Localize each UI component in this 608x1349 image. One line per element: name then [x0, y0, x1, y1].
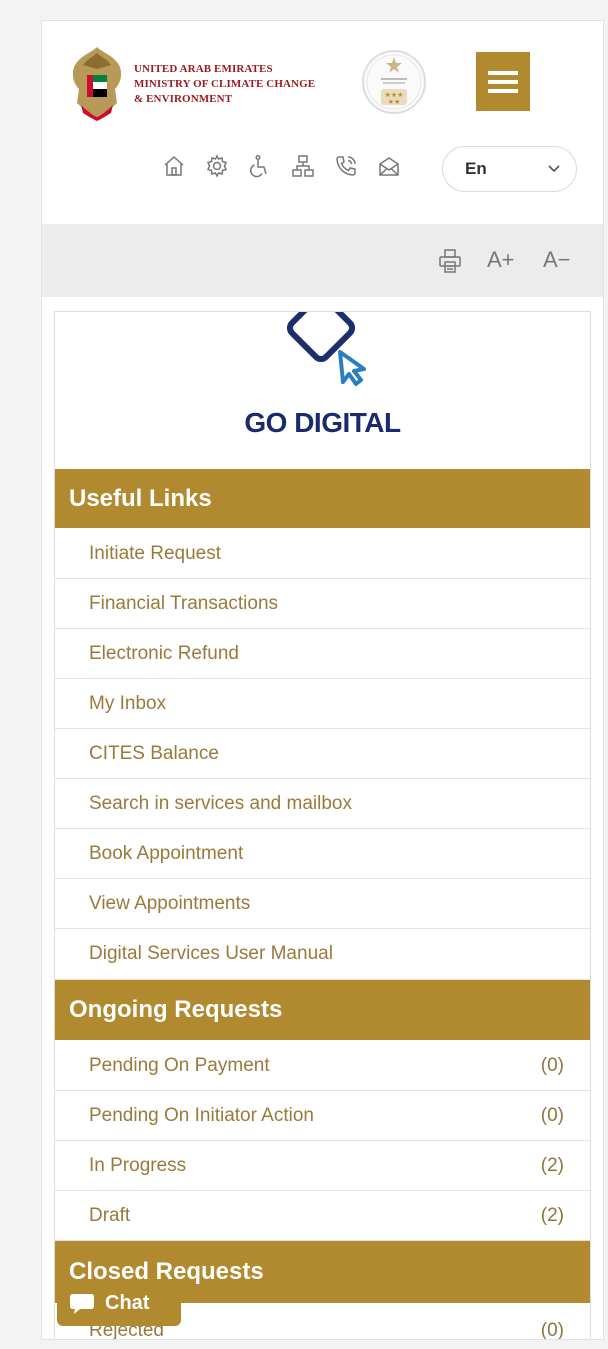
- link-label: View Appointments: [89, 892, 251, 914]
- link-book-appointment[interactable]: Book Appointment: [55, 829, 590, 879]
- chat-label: Chat: [105, 1292, 150, 1314]
- page-frame: UNITED ARAB EMIRATES MINISTRY OF CLIMATE…: [41, 20, 604, 1340]
- useful-links-header: Useful Links: [55, 469, 590, 528]
- link-label: Initiate Request: [89, 542, 222, 564]
- uae-emblem-logo[interactable]: [67, 43, 127, 123]
- svg-text:★★: ★★: [388, 98, 401, 106]
- accessibility-toolbar: A+ A−: [42, 224, 603, 297]
- language-value: En: [465, 159, 487, 178]
- request-pending-initiator[interactable]: Pending On Initiator Action (0): [55, 1091, 590, 1141]
- link-label: CITES Balance: [89, 742, 219, 764]
- ministry-line-3: & ENVIRONMENT: [134, 93, 233, 105]
- link-label: My Inbox: [89, 692, 167, 714]
- request-label: In Progress: [89, 1154, 187, 1176]
- link-financial-transactions[interactable]: Financial Transactions: [55, 579, 590, 629]
- hamburger-menu-button[interactable]: [476, 52, 530, 111]
- sitemap-icon[interactable]: [287, 151, 318, 181]
- link-initiate-request[interactable]: Initiate Request: [55, 529, 590, 579]
- link-label: Book Appointment: [89, 842, 244, 864]
- menu-bar: [488, 70, 518, 75]
- accessibility-icon[interactable]: [244, 151, 275, 181]
- request-count: (0): [540, 1319, 564, 1340]
- link-cites-balance[interactable]: CITES Balance: [55, 729, 590, 779]
- link-user-manual[interactable]: Digital Services User Manual: [55, 929, 590, 980]
- request-in-progress[interactable]: In Progress (2): [55, 1141, 590, 1191]
- link-label: Financial Transactions: [89, 592, 279, 614]
- site-header: UNITED ARAB EMIRATES MINISTRY OF CLIMATE…: [42, 21, 603, 224]
- link-label: Digital Services User Manual: [89, 943, 333, 964]
- go-digital-logo[interactable]: [270, 312, 390, 392]
- request-pending-payment[interactable]: Pending On Payment (0): [55, 1041, 590, 1091]
- request-count: (0): [540, 1054, 564, 1076]
- home-icon[interactable]: [158, 151, 189, 181]
- go-digital-title: GO DIGITAL: [244, 407, 401, 438]
- request-draft[interactable]: Draft (2): [55, 1191, 590, 1241]
- link-view-appointments[interactable]: View Appointments: [55, 879, 590, 929]
- link-electronic-refund[interactable]: Electronic Refund: [55, 629, 590, 679]
- link-label: Electronic Refund: [89, 642, 239, 664]
- request-count: (2): [540, 1154, 564, 1176]
- settings-icon[interactable]: [201, 151, 232, 181]
- request-count: (2): [540, 1204, 564, 1226]
- award-seal-icon: ★★★ ★★: [362, 50, 426, 114]
- services-panel: GO DIGITAL Useful Links Initiate Request…: [54, 311, 591, 1340]
- chat-button[interactable]: Chat: [57, 1281, 181, 1326]
- quick-icons: [158, 151, 404, 181]
- ongoing-requests-header: Ongoing Requests: [55, 980, 590, 1040]
- decrease-font-button[interactable]: A−: [543, 246, 571, 274]
- request-label: Pending On Payment: [89, 1054, 270, 1076]
- chevron-down-icon: [548, 165, 560, 173]
- link-search-services[interactable]: Search in services and mailbox: [55, 779, 590, 829]
- chat-bubble-icon: [70, 1293, 94, 1314]
- phone-icon[interactable]: [330, 151, 361, 181]
- increase-font-button[interactable]: A+: [487, 246, 515, 274]
- mail-icon[interactable]: [373, 151, 404, 181]
- request-label: Draft: [89, 1204, 131, 1226]
- link-label: Search in services and mailbox: [89, 792, 352, 814]
- menu-bar: [488, 79, 518, 84]
- ministry-line-2: MINISTRY OF CLIMATE CHANGE: [134, 78, 316, 90]
- print-icon[interactable]: [438, 248, 462, 281]
- link-my-inbox[interactable]: My Inbox: [55, 679, 590, 729]
- ministry-name: UNITED ARAB EMIRATES MINISTRY OF CLIMATE…: [134, 62, 315, 107]
- language-select[interactable]: En: [442, 146, 577, 192]
- ministry-line-1: UNITED ARAB EMIRATES: [134, 63, 273, 75]
- request-count: (0): [540, 1104, 564, 1126]
- request-label: Pending On Initiator Action: [89, 1104, 314, 1126]
- menu-bar: [488, 88, 518, 93]
